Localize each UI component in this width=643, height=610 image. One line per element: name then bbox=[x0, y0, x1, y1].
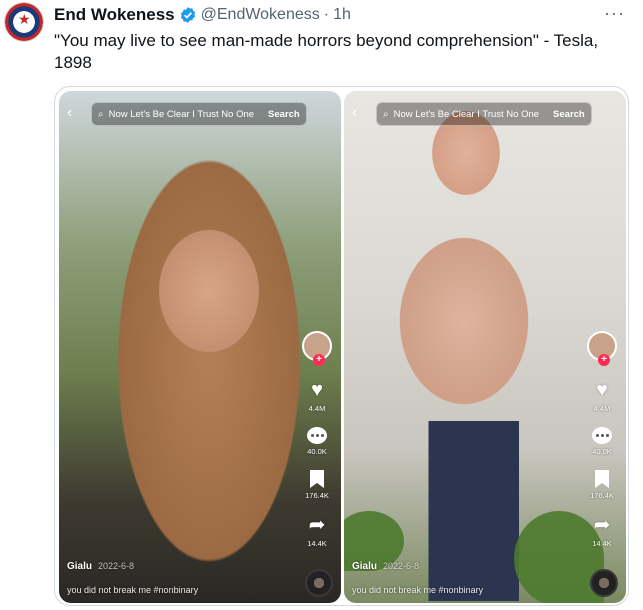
tweet-text: "You may live to see man-made horrors be… bbox=[54, 31, 599, 72]
bookmark-icon bbox=[310, 470, 324, 488]
follow-plus-icon: + bbox=[598, 354, 610, 366]
music-disc-icon bbox=[305, 569, 333, 597]
action-rail: + ♥ 4.4M 40.0K 176.4K ➦ 14.4K bbox=[299, 331, 335, 548]
likes-count: 4.4M bbox=[593, 404, 611, 413]
saves-count: 176.4K bbox=[590, 491, 614, 500]
back-arrow-icon: ‹ bbox=[352, 104, 358, 121]
video-description: you did not break me #nonbinary bbox=[67, 585, 199, 595]
shares-count: 14.4K bbox=[307, 539, 327, 548]
comments-count: 40.0K bbox=[307, 447, 327, 456]
tweet-media[interactable]: ‹ ⌕ Now Let's Be Clear I Trust No One Se… bbox=[54, 86, 629, 606]
music-disc-icon bbox=[590, 569, 618, 597]
search-button: Search bbox=[553, 108, 585, 120]
tweet-timestamp[interactable]: 1h bbox=[333, 6, 351, 24]
author-handle[interactable]: @EndWokeness bbox=[201, 6, 320, 24]
star-icon: ★ bbox=[18, 11, 31, 27]
comment-icon bbox=[592, 427, 612, 444]
video-thumbnail-right[interactable]: ‹ ⌕ Now Let's Be Clear I Trust No One Se… bbox=[344, 91, 626, 603]
video-date: 2022-6-8 bbox=[383, 561, 420, 571]
video-caption: Gialu 2022-6-8 you did not break me #nonb… bbox=[352, 556, 483, 595]
comments-count: 40.0K bbox=[592, 447, 612, 456]
verified-badge-icon bbox=[179, 6, 197, 24]
likes-count: 4.4M bbox=[308, 404, 326, 413]
search-query: Now Let's Be Clear I Trust No One bbox=[393, 108, 540, 120]
heart-icon: ♥ bbox=[311, 379, 323, 401]
more-options-icon[interactable]: ··· bbox=[604, 3, 625, 24]
video-date: 2022-6-8 bbox=[98, 561, 135, 571]
video-caption: Gialu 2022-6-8 you did not break me #nonb… bbox=[67, 556, 198, 595]
search-query: Now Let's Be Clear I Trust No One bbox=[108, 108, 255, 120]
heart-icon: ♥ bbox=[596, 379, 608, 401]
share-icon: ➦ bbox=[593, 514, 611, 536]
search-bar: ⌕ Now Let's Be Clear I Trust No One Sear… bbox=[376, 102, 592, 126]
follow-plus-icon: + bbox=[313, 354, 325, 366]
video-username: Gialu bbox=[67, 561, 93, 572]
share-icon: ➦ bbox=[308, 514, 326, 536]
search-button: Search bbox=[268, 108, 300, 120]
search-icon: ⌕ bbox=[383, 108, 389, 120]
search-icon: ⌕ bbox=[98, 108, 104, 120]
video-description: you did not break me #nonbinary bbox=[352, 585, 484, 595]
creator-avatar: + bbox=[302, 331, 332, 366]
tweet-header: End Wokeness @EndWokeness · 1h bbox=[54, 5, 351, 25]
saves-count: 176.4K bbox=[305, 491, 329, 500]
separator-dot: · bbox=[323, 6, 330, 23]
bookmark-icon bbox=[595, 470, 609, 488]
author-name[interactable]: End Wokeness bbox=[54, 5, 175, 25]
search-bar: ⌕ Now Let's Be Clear I Trust No One Sear… bbox=[91, 102, 307, 126]
author-avatar[interactable]: ★ bbox=[4, 2, 44, 42]
video-thumbnail-left[interactable]: ‹ ⌕ Now Let's Be Clear I Trust No One Se… bbox=[59, 91, 341, 603]
video-username: Gialu bbox=[352, 561, 378, 572]
shares-count: 14.4K bbox=[592, 539, 612, 548]
action-rail: + ♥ 4.4M 40.0K 176.4K ➦ 14.4K bbox=[584, 331, 620, 548]
back-arrow-icon: ‹ bbox=[67, 104, 73, 121]
comment-icon bbox=[307, 427, 327, 444]
creator-avatar: + bbox=[587, 331, 617, 366]
